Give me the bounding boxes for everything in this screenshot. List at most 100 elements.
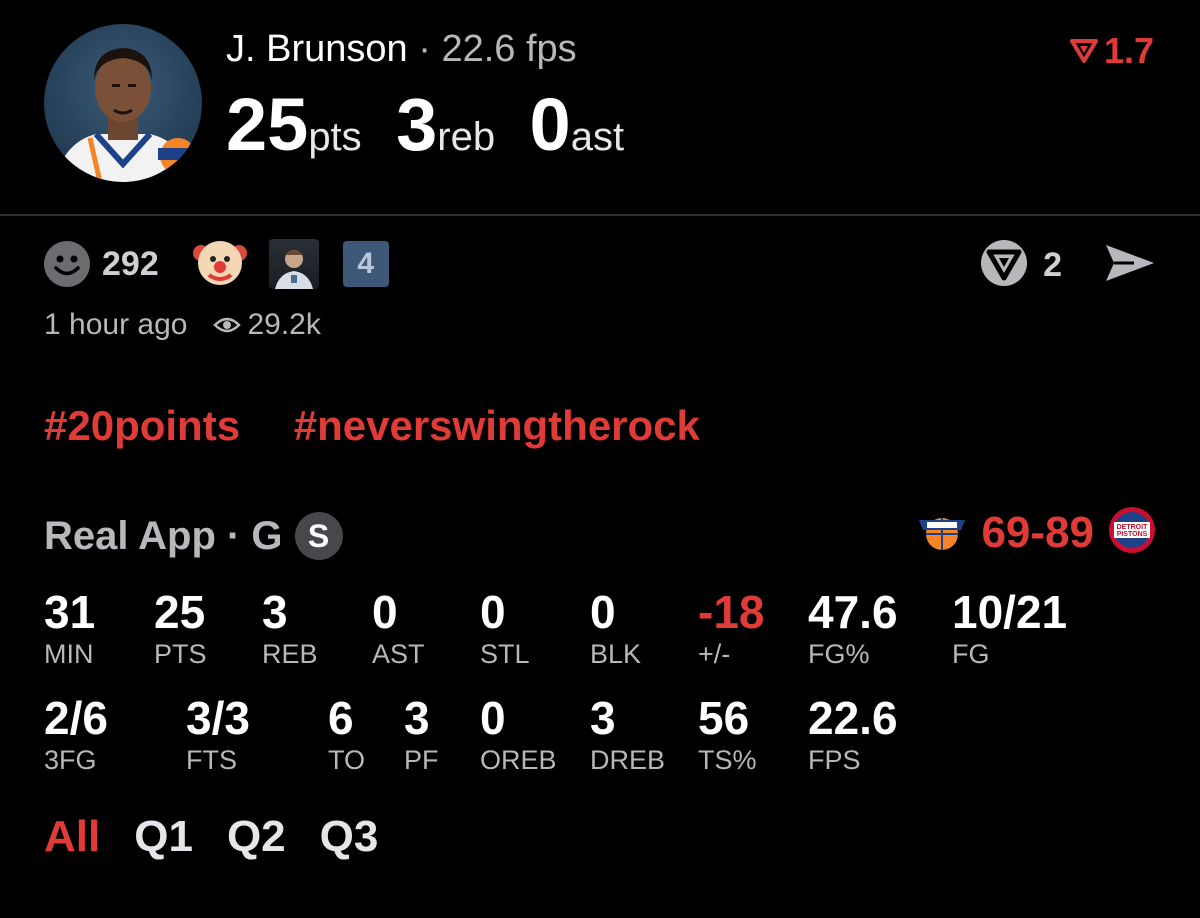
pistons-logo-text: DETROIT (1117, 524, 1148, 531)
stat-ast: 0 AST (372, 586, 425, 670)
clown-emoji-icon[interactable] (192, 235, 247, 294)
eye-icon (213, 317, 242, 333)
stat-label: PTS (154, 639, 207, 669)
rebounds-value: 3 (396, 83, 438, 166)
stat-ts-pct: 56 TS% (698, 692, 757, 776)
stat-label: REB (262, 639, 318, 669)
stat-reb: 3 REB (262, 586, 318, 670)
stat-label: PF (404, 745, 439, 775)
points-unit: pts (308, 115, 362, 159)
stat-label: FG (952, 639, 990, 669)
stat-to: 6 TO (328, 692, 365, 776)
stat-pf: 3 PF (404, 692, 439, 776)
stat-oreb: 0 OREB (480, 692, 557, 776)
source-label: Real App · G (44, 513, 283, 558)
knicks-logo-icon (917, 508, 967, 557)
smiley-reaction-icon[interactable] (44, 241, 90, 287)
stat-value: 22.6 (808, 692, 898, 744)
stat-label: DREB (590, 745, 666, 775)
reply-count: 2 (1043, 246, 1062, 284)
stat-value: 3 (262, 586, 288, 638)
pistons-logo-text: PISTONS (1117, 531, 1148, 538)
stat-label: FG% (808, 639, 870, 669)
stat-label: 3FG (44, 745, 97, 775)
player-photo (54, 48, 198, 182)
stat-value: 3 (590, 692, 616, 744)
post-actions: 2 (979, 238, 1156, 293)
tab-q3[interactable]: Q3 (320, 812, 379, 862)
stat-label: FPS (808, 745, 861, 775)
points-value: 25 (226, 83, 309, 166)
quarter-tabs: All Q1 Q2 Q3 (44, 812, 378, 862)
time-ago: 1 hour ago (44, 308, 188, 341)
stat-3fg: 2/6 3FG (44, 692, 108, 776)
headline-stats: 25pts 3reb 0ast (226, 82, 654, 167)
starter-badge: S (294, 512, 343, 560)
pistons-logo-icon: DETROIT PISTONS (1108, 506, 1156, 559)
separator-dot: · (418, 28, 431, 70)
stat-fg: 10/21 FG (952, 586, 1067, 670)
stat-label: +/- (698, 639, 731, 669)
hashtag[interactable]: #neverswingtherock (294, 402, 700, 449)
rebounds-unit: reb (437, 115, 496, 159)
game-score[interactable]: 69-89 DETROIT PISTONS (917, 506, 1156, 559)
reaction-count: 292 (102, 244, 159, 283)
view-count: 29.2k (213, 308, 321, 342)
game-source: Real App · G S (44, 512, 343, 560)
stat-pts: 25 PTS (154, 586, 207, 670)
stat-fg-pct: 47.6 FG% (808, 586, 898, 670)
player-fps: 22.6 fps (441, 28, 577, 70)
stat-min: 31 MIN (44, 586, 95, 670)
stat-label: TS% (698, 745, 757, 775)
stat-label: OREB (480, 745, 557, 775)
hashtag[interactable]: #20points (44, 402, 240, 449)
stat-label: STL (480, 639, 530, 669)
reply-icon[interactable] (979, 238, 1029, 293)
assists-unit: ast (570, 115, 625, 159)
post-meta: 1 hour ago 29.2k (44, 308, 321, 342)
stat-value: 0 (480, 586, 506, 638)
hashtags: #20points #neverswingtherock (44, 402, 742, 450)
stat-label: BLK (590, 639, 642, 669)
stat-dreb: 3 DREB (590, 692, 665, 776)
player-avatar[interactable] (44, 24, 202, 182)
tab-q2[interactable]: Q2 (227, 812, 286, 862)
stat-fps: 22.6 FPS (808, 692, 898, 776)
stat-plus-minus: -18 +/- (698, 586, 764, 670)
trend-value: 1.7 (1103, 30, 1154, 71)
view-count-value: 29.2k (247, 308, 321, 341)
stat-fts: 3/3 FTS (186, 692, 250, 776)
stat-value: 3 (404, 692, 430, 744)
stat-value: 10/21 (952, 586, 1068, 638)
stat-value: 56 (698, 692, 750, 744)
score-trend: 1.7 (1069, 30, 1154, 72)
player-header: J. Brunson · 22.6 fps (226, 28, 577, 71)
stat-label: MIN (44, 639, 94, 669)
more-reactions-badge[interactable]: 4 (342, 241, 389, 287)
stat-value: -18 (698, 586, 765, 638)
stat-value: 3/3 (186, 692, 250, 744)
stat-value: 6 (328, 692, 354, 744)
player-name[interactable]: J. Brunson (226, 28, 408, 70)
share-send-icon[interactable] (1104, 241, 1156, 290)
player-thumbnail-icon[interactable] (268, 239, 319, 289)
stat-value: 0 (480, 692, 506, 744)
stat-blk: 0 BLK (590, 586, 641, 670)
stat-value: 31 (44, 586, 96, 638)
divider (0, 214, 1200, 216)
stat-label: FTS (186, 745, 237, 775)
stat-value: 47.6 (808, 586, 898, 638)
reactions-row: 292 4 (44, 236, 389, 292)
stat-value: 25 (154, 586, 206, 638)
game-score-value: 69-89 (981, 507, 1094, 557)
stat-value: 0 (590, 586, 616, 638)
down-triangle-icon (1069, 39, 1098, 63)
stat-label: TO (328, 745, 366, 775)
stat-label: AST (372, 639, 425, 669)
stat-value: 0 (372, 586, 398, 638)
assists-value: 0 (529, 83, 571, 166)
stat-value: 2/6 (44, 692, 108, 744)
stat-stl: 0 STL (480, 586, 530, 670)
tab-all[interactable]: All (44, 812, 100, 862)
tab-q1[interactable]: Q1 (134, 812, 193, 862)
